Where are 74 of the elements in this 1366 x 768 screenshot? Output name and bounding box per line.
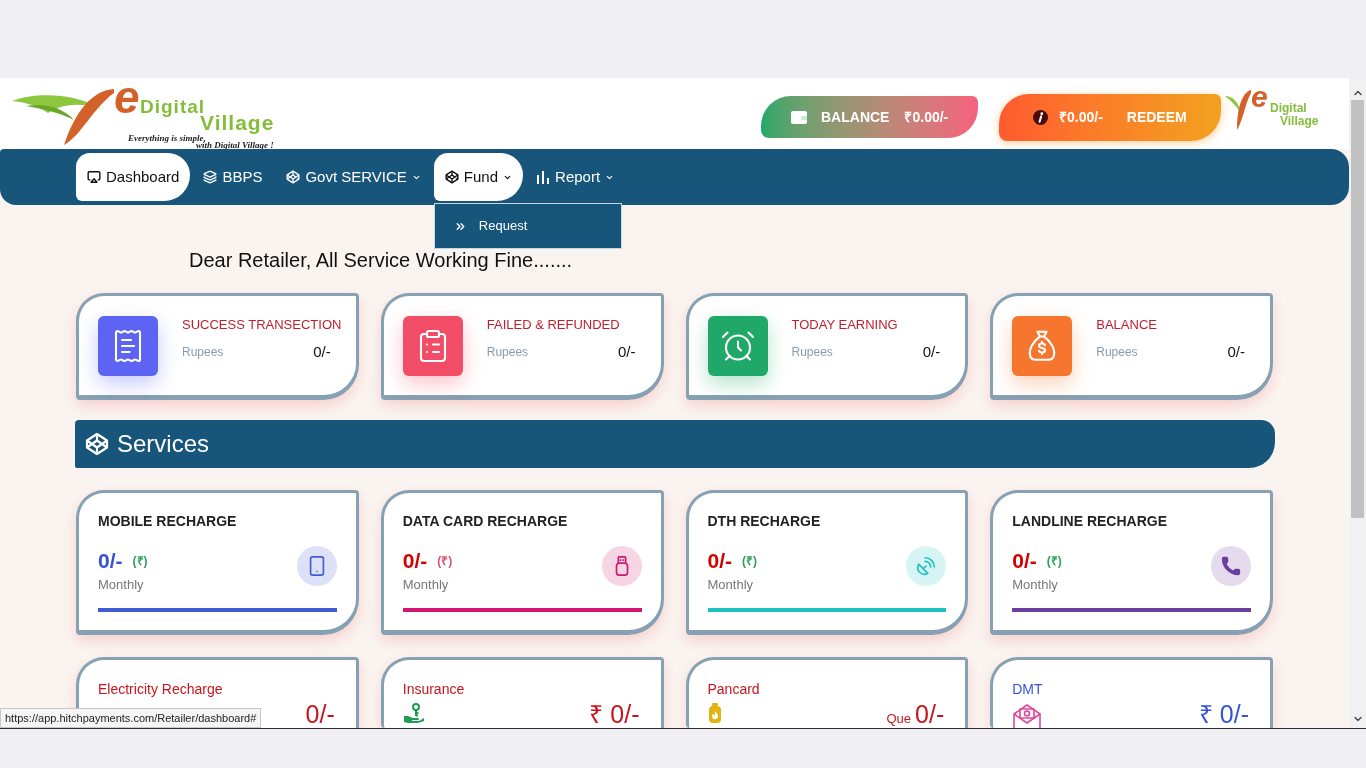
service-period: Monthly	[402, 577, 450, 593]
service-value: 0/-	[305, 701, 335, 727]
monitor-icon	[87, 170, 101, 184]
service-value: 0/-	[915, 701, 945, 727]
stat-title: BALANCE	[1096, 316, 1158, 334]
phone-icon	[1211, 546, 1251, 586]
service-period: Monthly	[98, 577, 145, 593]
logo-letter: e	[1251, 82, 1268, 112]
service-value: ₹ 0/-	[1198, 701, 1249, 727]
cube-icon	[85, 432, 109, 456]
service-title: Insurance	[402, 681, 465, 697]
nav-tab[interactable]: Govt SERVICE	[275, 153, 432, 201]
nav-tab[interactable]: Dashboard	[76, 153, 191, 201]
service-note: Que	[886, 710, 912, 728]
service-title: LANDLINE RECHARGE	[1012, 513, 1169, 529]
layers-icon	[203, 170, 218, 184]
stat-value: 0/-	[1227, 343, 1245, 361]
redeem-amount: ₹0.00/-	[1059, 108, 1103, 127]
wallet-icon	[791, 110, 807, 124]
hand-key-icon	[402, 703, 425, 723]
logo-tagline: Everything is simple,	[128, 134, 206, 142]
service-value: 0/-	[1012, 549, 1037, 573]
menu-item[interactable]: Request	[453, 216, 621, 236]
scrollbar-thumb[interactable]	[1351, 100, 1364, 518]
section-title: Services	[117, 430, 210, 458]
stat-label: Rupees	[1096, 344, 1138, 361]
service-title: Pancard	[707, 681, 760, 697]
smartphone-icon	[296, 546, 337, 586]
service-value: 0/-	[707, 549, 732, 573]
service-period: Monthly	[1012, 577, 1059, 593]
service-title: DATA CARD RECHARGE	[402, 513, 569, 529]
stat-value: 0/-	[618, 343, 636, 361]
info-icon	[1033, 110, 1048, 125]
usb-drive-icon	[601, 546, 642, 586]
logo-text: Digital	[140, 97, 206, 116]
logo-tagline: with Digital Village !	[196, 142, 274, 149]
logo-letter: e	[114, 78, 140, 120]
stat-title: FAILED & REFUNDED	[486, 316, 621, 334]
stat-label: Rupees	[791, 344, 833, 361]
stat-value: 0/-	[922, 343, 941, 361]
logo-text: Village	[1280, 115, 1319, 127]
currency-unit: (₹)	[742, 554, 757, 568]
bar-chart-icon	[536, 170, 551, 184]
cube-icon	[444, 170, 459, 184]
currency-unit: (₹)	[132, 554, 148, 568]
service-value: 0/-	[402, 549, 428, 573]
currency-unit: (₹)	[1046, 554, 1062, 568]
service-title: DTH RECHARGE	[707, 513, 822, 529]
logo-text: Digital	[1270, 102, 1307, 114]
satellite-dish-icon	[906, 546, 947, 586]
service-period: Monthly	[707, 577, 755, 593]
gas-cylinder-icon	[707, 703, 722, 723]
service-title: MOBILE RECHARGE	[98, 513, 238, 529]
stat-label: Rupees	[182, 344, 224, 361]
service-value: 0/-	[98, 549, 123, 573]
stat-label: Rupees	[486, 344, 529, 361]
stat-value: 0/-	[313, 343, 331, 361]
logo-text: Village	[200, 113, 275, 133]
balance-label: BALANCE	[821, 107, 890, 127]
currency-unit: (₹)	[437, 554, 453, 568]
balance-amount: ₹0.00/-	[904, 107, 949, 127]
service-title: Electricity Recharge	[98, 681, 223, 697]
stat-title: SUCCESS TRANSECTION	[182, 316, 343, 334]
nav-tab[interactable]: Report	[525, 153, 626, 201]
stat-title: TODAY EARNING	[791, 316, 899, 334]
logo-swoosh-drawing	[1225, 90, 1251, 130]
nav-tab[interactable]: BBPS	[192, 153, 274, 201]
service-title: DMT	[1012, 681, 1043, 697]
notice-text: Dear Retailer, All Service Working Fine.......	[189, 250, 573, 270]
link-status-tooltip: https://app.hitchpayments.com/Retailer/dashboard#	[0, 708, 262, 728]
nav-tab[interactable]: Fund	[433, 153, 524, 201]
cube-icon	[286, 170, 301, 184]
envelope-icon	[1012, 703, 1043, 728]
service-value: ₹ 0/-	[589, 701, 640, 727]
